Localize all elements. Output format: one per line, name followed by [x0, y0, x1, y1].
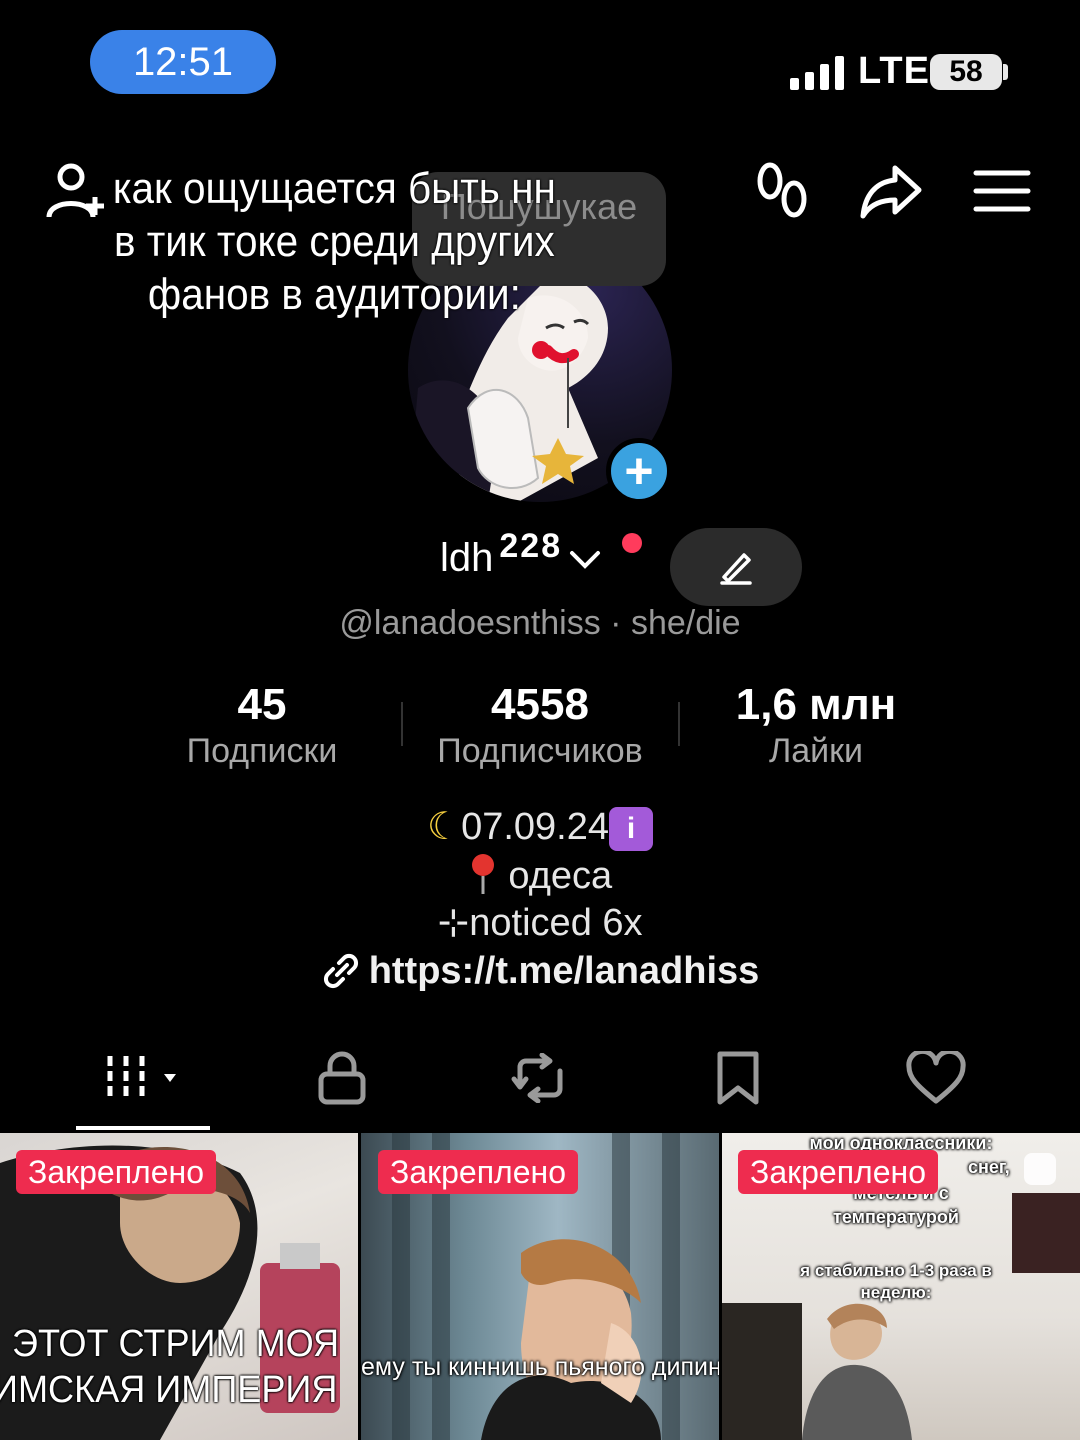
stat-following[interactable]: 45 Подписки	[132, 680, 392, 771]
video-overlay-text-8: я стабильно 1-3 раза в	[800, 1261, 992, 1280]
bio-line-2: одеса	[0, 852, 1080, 898]
repost-icon	[511, 1053, 563, 1103]
tab-reposts[interactable]	[500, 1046, 580, 1110]
active-tab-underline	[76, 1126, 210, 1130]
pinned-badge: Закреплено	[16, 1150, 216, 1194]
notification-dot	[622, 533, 642, 553]
lock-icon	[318, 1051, 366, 1105]
video-overlay-text-5: снег,	[968, 1157, 1010, 1177]
multi-photo-icon	[1024, 1153, 1056, 1185]
tab-liked[interactable]	[896, 1046, 976, 1110]
caption-line-3: фанов в аудитории:	[147, 270, 521, 319]
bio-date: 07.09.24	[461, 806, 609, 848]
stat-label: Лайки	[768, 732, 864, 770]
stat-value: 4558	[491, 680, 589, 729]
bio-link[interactable]: https://t.me/lanadhiss	[0, 950, 1080, 993]
caption-line-1: как ощущается быть нн	[112, 164, 556, 213]
edit-profile-button[interactable]	[670, 528, 802, 606]
stat-value: 45	[237, 680, 287, 729]
stat-likes[interactable]: 1,6 млн Лайки	[686, 680, 946, 771]
chevron-down-icon[interactable]	[568, 547, 602, 571]
moon-icon: ☾	[427, 806, 462, 848]
bookmark-icon	[717, 1051, 759, 1105]
video-overlay-text-7: температурой	[833, 1207, 959, 1227]
link-icon	[323, 953, 358, 989]
caption-line-2: в тик токе среди других	[114, 217, 555, 266]
stat-value: 1,6 млн	[735, 680, 897, 729]
stat-label: Подписчиков	[437, 732, 643, 770]
profile-name-sup: 228	[499, 527, 563, 565]
video-overlay-text-9: неделю:	[860, 1283, 932, 1302]
tab-videos[interactable]	[102, 1046, 192, 1110]
stat-divider	[401, 702, 403, 746]
profile-handle: @lanadoesnthiss · she/die	[339, 604, 741, 642]
video-overlay-text-1: ЭТОТ СТРИМ МОЯ	[12, 1323, 340, 1365]
profile-name: ldh 228	[440, 527, 602, 581]
pinned-badge: Закреплено	[378, 1150, 578, 1194]
heart-icon	[906, 1051, 966, 1104]
pinned-badge: Закреплено	[738, 1150, 938, 1194]
stat-divider	[678, 702, 680, 746]
bio-location: одеса	[508, 855, 613, 897]
share-icon[interactable]	[856, 160, 926, 222]
tab-favorites[interactable]	[698, 1046, 778, 1110]
video-overlay-text-2: ИМСКАЯ ИМПЕРИЯ	[0, 1369, 338, 1411]
profile-name-text: ldh	[440, 536, 494, 580]
pencil-icon	[720, 553, 752, 585]
signal-icon	[790, 52, 844, 90]
info-icon: i	[609, 806, 653, 851]
tab-private[interactable]	[302, 1046, 382, 1110]
bio-line-1: ☾07.09.24 i	[0, 804, 1080, 851]
meme-caption: как ощущается быть нн в тик токе среди д…	[40, 162, 629, 321]
footprints-icon[interactable]	[752, 160, 812, 222]
network-label: LTE	[858, 50, 930, 92]
bio-line-3: ⊹noticed 6x	[437, 902, 643, 944]
status-time: 12:51	[90, 30, 276, 94]
add-story-button[interactable]: +	[606, 438, 672, 504]
stat-label: Подписки	[186, 732, 338, 770]
bio-link-text: https://t.me/lanadhiss	[368, 950, 760, 992]
stat-followers[interactable]: 4558 Подписчиков	[410, 680, 670, 771]
battery-icon: 58	[930, 54, 1002, 90]
battery-tip	[1003, 64, 1008, 80]
menu-icon[interactable]	[972, 166, 1032, 216]
grid-icon	[107, 1056, 176, 1100]
video-overlay-text-3: ему ты киннишь пьяного дипинс	[361, 1353, 719, 1381]
pin-icon	[471, 854, 494, 894]
